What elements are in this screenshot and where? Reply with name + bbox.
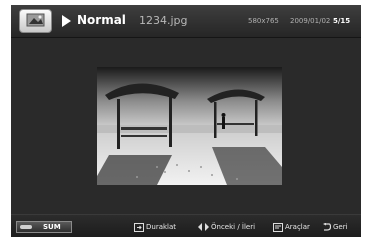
tools-label: Araçlar (285, 223, 310, 231)
photo-viewer-screen: Normal 1234.jpg 580x765 2009/01/02 5/15 (11, 5, 361, 237)
return-icon (323, 223, 331, 231)
back-label: Geri (333, 223, 348, 231)
pause-label: Duraklat (146, 223, 177, 231)
bottom-control-bar: SUM Duraklat Önceki / İleri Araçlar Geri (11, 214, 361, 237)
top-info-bar: Normal 1234.jpg 580x765 2009/01/02 5/15 (11, 5, 361, 38)
pause-control[interactable]: Duraklat (134, 221, 176, 233)
view-mode: Normal (77, 13, 126, 27)
file-name: 1234.jpg (139, 14, 188, 27)
prev-next-label: Önceki / İleri (211, 223, 256, 231)
sum-button[interactable]: SUM (16, 221, 72, 233)
sum-label: SUM (43, 223, 61, 231)
play-icon (62, 15, 71, 27)
sum-icon (20, 225, 32, 229)
image-resolution: 580x765 (248, 17, 279, 25)
tools-icon (273, 222, 283, 232)
back-control[interactable]: Geri (323, 221, 348, 233)
prev-next-control[interactable]: Önceki / İleri (198, 221, 255, 233)
photo-app-icon[interactable] (19, 9, 52, 33)
image-date: 2009/01/02 (290, 17, 331, 25)
pause-icon (134, 222, 144, 232)
page-counter: 5/15 (333, 17, 351, 25)
beach-photo (97, 67, 282, 185)
tools-control[interactable]: Araçlar (273, 221, 310, 233)
prev-next-icon (198, 223, 209, 231)
